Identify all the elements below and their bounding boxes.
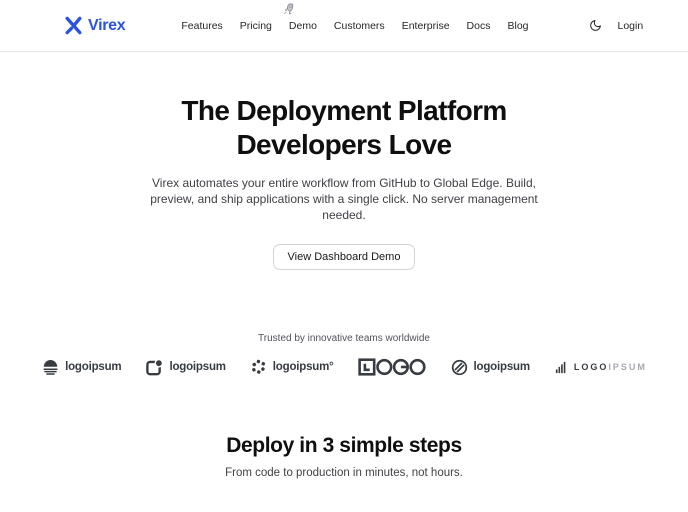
nav-item-docs[interactable]: Docs	[467, 20, 491, 32]
hero-section: The Deployment Platform Developers Love …	[0, 94, 688, 270]
social-proof-section: Trusted by innovative teams worldwide lo…	[0, 333, 688, 377]
hero-subtitle: Virex automates your entire workflow fro…	[150, 176, 538, 222]
customer-logo-label: logoipsum	[169, 361, 226, 373]
globe-waves-icon	[41, 358, 60, 377]
customer-logo: logoipsum	[145, 358, 226, 377]
customer-logo: logoipsum°	[250, 358, 334, 376]
customer-logo-row: logoipsum logoipsum logoipsum° logoipsum…	[0, 357, 688, 377]
nav-item-blog[interactable]: Blog	[507, 20, 528, 32]
customer-logo-label: logoipsum	[473, 361, 531, 373]
main-nav: Features Pricing Demo Customers Enterpri…	[181, 20, 528, 32]
hero-title-line2: Developers Love	[236, 129, 452, 160]
nav-item-customers[interactable]: Customers	[334, 20, 385, 32]
customer-logo: logoipsum	[41, 358, 122, 377]
logo-label-dark: LOGO	[573, 362, 609, 372]
login-link[interactable]: Login	[618, 20, 644, 32]
hero-title-line1: The Deployment Platform	[181, 95, 507, 126]
nav-item-demo[interactable]: Demo	[289, 20, 317, 32]
nav-item-pricing[interactable]: Pricing	[240, 20, 272, 32]
steps-title: Deploy in 3 simple steps	[226, 434, 462, 457]
steps-subtitle: From code to production in minutes, not …	[225, 467, 463, 479]
top-nav-bar: Virex Features Pricing Demo Customers En…	[0, 0, 688, 52]
rocket-icon	[282, 2, 294, 15]
nav-item-features[interactable]: Features	[181, 20, 222, 32]
bars-play-icon	[554, 360, 569, 375]
customer-logo	[357, 357, 426, 377]
customer-logo-label: logoipsum	[65, 361, 122, 373]
header-actions: Login	[589, 19, 644, 33]
logo-label-light: IPSUM	[608, 362, 647, 372]
hero-title: The Deployment Platform Developers Love	[0, 94, 688, 162]
slashed-circle-icon	[450, 358, 469, 377]
frame-circle-icon	[145, 358, 164, 377]
brand-name: Virex	[88, 16, 126, 34]
customer-logo-label: LOGOIPSUM	[574, 362, 647, 372]
customer-logo: logoipsum	[450, 358, 530, 377]
view-dashboard-demo-button[interactable]: View Dashboard Demo	[272, 244, 416, 270]
nav-item-enterprise[interactable]: Enterprise	[402, 20, 450, 32]
steps-section: Deploy in 3 simple steps From code to pr…	[0, 434, 688, 479]
customer-logo-label: logoipsum°	[272, 361, 334, 373]
customer-logo: LOGOIPSUM	[554, 360, 647, 375]
dot-cluster-icon	[250, 358, 268, 376]
moon-icon[interactable]	[589, 19, 603, 33]
brand-logo[interactable]: Virex	[64, 16, 126, 35]
virex-logo-icon	[64, 16, 83, 35]
logo-wordmark	[357, 357, 426, 377]
social-proof-caption: Trusted by innovative teams worldwide	[258, 333, 430, 344]
